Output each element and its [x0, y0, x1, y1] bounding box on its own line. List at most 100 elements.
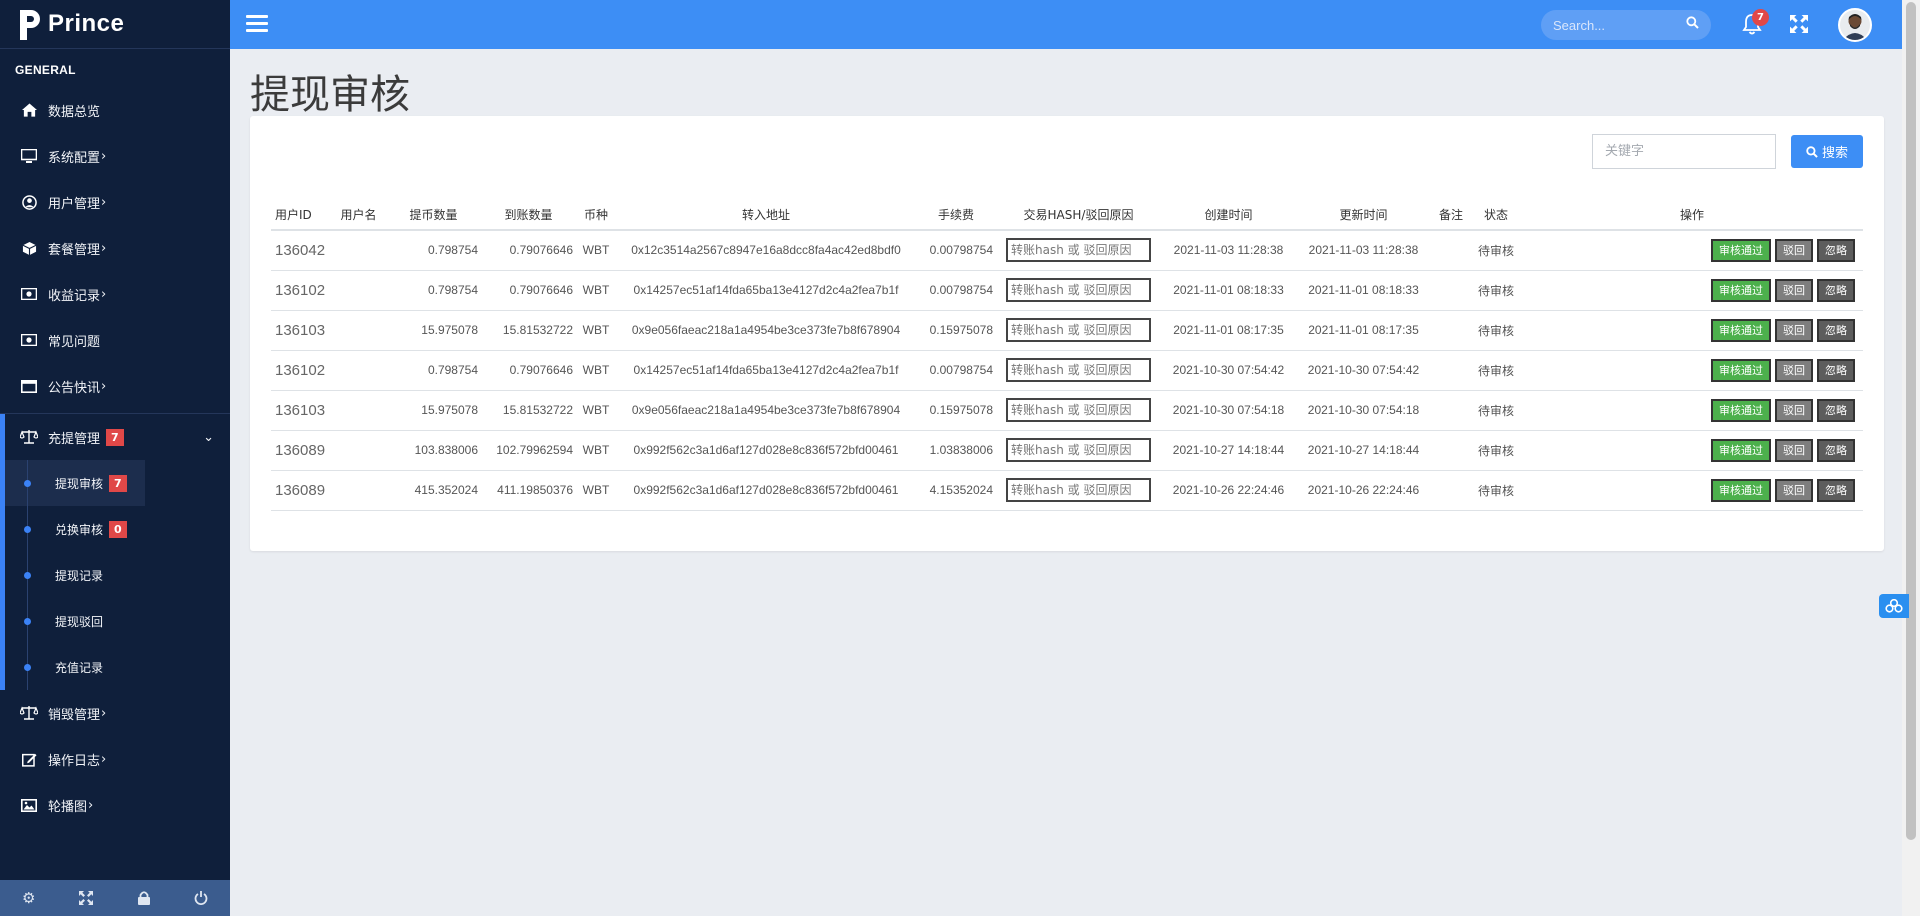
sidebar-item-faq[interactable]: 常见问题: [0, 317, 230, 363]
scrollbar-thumb[interactable]: [1906, 2, 1916, 840]
keyword-input[interactable]: [1592, 134, 1776, 169]
pending-count-badge: 7: [106, 428, 124, 446]
sidebar-item-system[interactable]: 系统配置 ›: [0, 133, 230, 179]
ignore-button[interactable]: 忽略: [1817, 478, 1855, 502]
chevron-right-icon: ›: [101, 148, 107, 164]
approve-button[interactable]: 审核通过: [1711, 398, 1771, 422]
col-actions[interactable]: 操作: [1521, 200, 1863, 231]
search-button[interactable]: 搜索: [1791, 135, 1863, 168]
col-user-id[interactable]: 用户ID: [271, 200, 331, 231]
hash-input[interactable]: [1006, 438, 1151, 462]
col-address[interactable]: 转入地址: [616, 200, 916, 231]
reject-button[interactable]: 驳回: [1775, 358, 1813, 382]
ignore-button[interactable]: 忽略: [1817, 238, 1855, 262]
ignore-button[interactable]: 忽略: [1817, 318, 1855, 342]
sidebar-subitem-deposit-records[interactable]: 充值记录: [5, 644, 230, 690]
approve-button[interactable]: 审核通过: [1711, 478, 1771, 502]
sidebar-subitem-withdraw-records[interactable]: 提现记录: [5, 552, 230, 598]
hash-input[interactable]: [1006, 278, 1151, 302]
settings-icon[interactable]: ⚙: [0, 880, 58, 916]
ignore-button[interactable]: 忽略: [1817, 358, 1855, 382]
sidebar-item-users[interactable]: 用户管理 ›: [0, 179, 230, 225]
cell-fee: 0.15975078: [916, 310, 996, 351]
col-coin[interactable]: 币种: [576, 200, 616, 231]
sidebar-subitem-withdraw-rejected[interactable]: 提现驳回: [5, 598, 230, 644]
cloud-widget-icon[interactable]: [1879, 594, 1909, 618]
reject-button[interactable]: 驳回: [1775, 398, 1813, 422]
scrollbar[interactable]: [1902, 0, 1920, 916]
col-username[interactable]: 用户名: [331, 200, 386, 231]
approve-button[interactable]: 审核通过: [1711, 278, 1771, 302]
col-fee[interactable]: 手续费: [916, 200, 996, 231]
sidebar-item-announcements[interactable]: 公告快讯 ›: [0, 363, 230, 409]
cell-received: 411.19850376: [481, 470, 576, 511]
search-icon[interactable]: [1686, 16, 1699, 33]
hash-input[interactable]: [1006, 318, 1151, 342]
approve-button[interactable]: 审核通过: [1711, 318, 1771, 342]
sidebar-subitem-exchange-review[interactable]: 兑换审核 0: [5, 506, 230, 552]
menu-toggle-icon[interactable]: [246, 15, 268, 33]
cell-created: 2021-10-30 07:54:18: [1161, 390, 1296, 431]
reject-button[interactable]: 驳回: [1775, 478, 1813, 502]
withdraw-table: 用户ID 用户名 提币数量 到账数量 币种 转入地址 手续费 交易HASH/驳回…: [271, 200, 1863, 511]
cell-fee: 1.03838006: [916, 430, 996, 471]
top-search-input[interactable]: [1553, 17, 1683, 33]
approve-button[interactable]: 审核通过: [1711, 238, 1771, 262]
col-note[interactable]: 备注: [1431, 200, 1471, 231]
col-updated[interactable]: 更新时间: [1296, 200, 1431, 231]
cell-user-id: 136042: [271, 230, 331, 271]
cell-address: 0x12c3514a2567c8947e16a8dcc8fa4ac42ed8bd…: [616, 230, 916, 271]
cell-username: [331, 270, 386, 311]
reject-button[interactable]: 驳回: [1775, 278, 1813, 302]
table-row: 136103 15.975078 15.81532722 WBT 0x9e056faea…: [271, 310, 1863, 351]
ignore-button[interactable]: 忽略: [1817, 398, 1855, 422]
cell-username: [331, 390, 386, 431]
brand[interactable]: Prince: [0, 0, 230, 49]
sidebar-item-carousel[interactable]: 轮播图 ›: [0, 782, 230, 828]
hash-input[interactable]: [1006, 478, 1151, 502]
sidebar-item-earnings[interactable]: 收益记录 ›: [0, 271, 230, 317]
cell-received: 0.79076646: [481, 230, 576, 271]
hash-input[interactable]: [1006, 358, 1151, 382]
hash-input[interactable]: [1006, 398, 1151, 422]
sidebar-item-packages[interactable]: 套餐管理 ›: [0, 225, 230, 271]
cell-hash: [996, 470, 1161, 511]
fullscreen-icon[interactable]: [58, 880, 116, 916]
sidebar-subitem-label: 提现审核: [55, 476, 104, 491]
cell-status: 待审核: [1471, 350, 1521, 391]
cell-note: [1431, 270, 1471, 311]
sidebar-item-overview[interactable]: 数据总览: [0, 87, 230, 133]
cell-hash: [996, 310, 1161, 351]
approve-button[interactable]: 审核通过: [1711, 438, 1771, 462]
col-hash[interactable]: 交易HASH/驳回原因: [996, 200, 1161, 231]
col-created[interactable]: 创建时间: [1161, 200, 1296, 231]
prince-logo-icon: [18, 8, 42, 40]
withdraw-review-badge: 7: [109, 474, 127, 492]
cell-hash: [996, 230, 1161, 271]
lock-icon[interactable]: [115, 880, 173, 916]
user-avatar[interactable]: [1838, 8, 1872, 42]
col-received[interactable]: 到账数量: [481, 200, 576, 231]
cell-note: [1431, 310, 1471, 351]
cell-user-id: 136089: [271, 430, 331, 471]
sidebar-item-deposit-withdraw[interactable]: 充提管理 7 ⌄: [5, 414, 230, 460]
reject-button[interactable]: 驳回: [1775, 438, 1813, 462]
ignore-button[interactable]: 忽略: [1817, 438, 1855, 462]
approve-button[interactable]: 审核通过: [1711, 358, 1771, 382]
ignore-button[interactable]: 忽略: [1817, 278, 1855, 302]
reject-button[interactable]: 驳回: [1775, 238, 1813, 262]
power-icon[interactable]: [173, 880, 231, 916]
cell-address: 0x9e056faeac218a1a4954be3ce373fe7b8f6789…: [616, 310, 916, 351]
hash-input[interactable]: [1006, 238, 1151, 263]
sidebar-subitem-withdraw-review[interactable]: 提现审核 7: [5, 460, 145, 506]
sidebar-item-logs[interactable]: 操作日志 ›: [0, 736, 230, 782]
sidebar-item-burn[interactable]: 销毁管理 ›: [0, 690, 230, 736]
reject-button[interactable]: 驳回: [1775, 318, 1813, 342]
col-status[interactable]: 状态: [1471, 200, 1521, 231]
cell-user-id: 136103: [271, 390, 331, 431]
topbar: 7: [230, 0, 1902, 49]
sidebar-item-label: 数据总览: [48, 104, 101, 120]
expand-icon[interactable]: [1790, 14, 1808, 38]
cell-amount: 15.975078: [386, 390, 481, 431]
col-amount[interactable]: 提币数量: [386, 200, 481, 231]
